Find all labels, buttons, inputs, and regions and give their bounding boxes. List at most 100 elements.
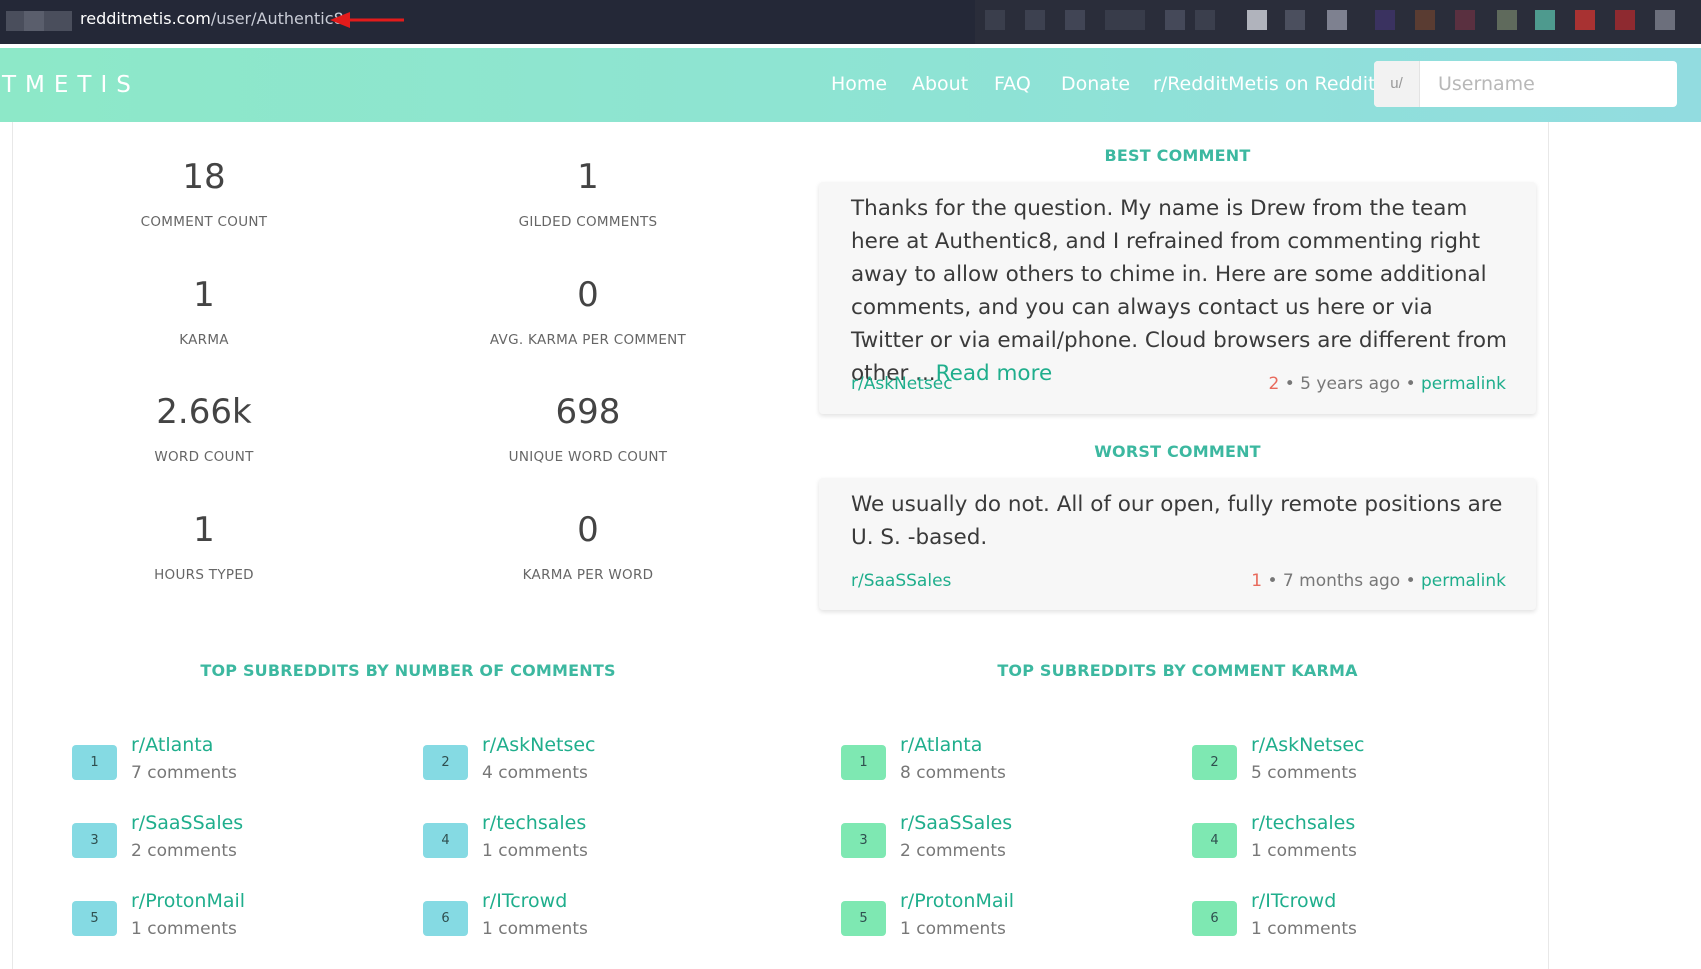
subreddit-link[interactable]: r/ITcrowd [1251, 890, 1336, 912]
stat-label: GILDED COMMENTS [518, 214, 658, 230]
list-item[interactable]: 6 r/ITcrowd 1 comments [1192, 890, 1492, 948]
stat-label: COMMENT COUNT [140, 214, 268, 230]
extension-icon[interactable] [1247, 10, 1267, 30]
url-path: /user/Authentic8 [210, 9, 344, 28]
list-item[interactable]: 3 r/SaaSSales 2 comments [841, 812, 1141, 870]
extension-icon[interactable] [1375, 10, 1395, 30]
extension-icon[interactable] [1535, 10, 1555, 30]
stat-label: AVG. KARMA PER COMMENT [489, 332, 687, 348]
subreddit-link[interactable]: r/Atlanta [900, 734, 982, 756]
permalink-link[interactable]: permalink [1421, 374, 1506, 394]
extension-icon[interactable] [1415, 10, 1435, 30]
extension-icon[interactable] [1165, 10, 1185, 30]
extension-icon[interactable] [1105, 10, 1145, 30]
nav-faq[interactable]: FAQ [994, 73, 1031, 95]
extension-icon[interactable] [1655, 10, 1675, 30]
list-item[interactable]: 1 r/Atlanta 8 comments [841, 734, 1141, 792]
site-brand[interactable]: TMETIS [2, 72, 140, 98]
subreddit-link[interactable]: r/AskNetsec [1251, 734, 1365, 756]
extension-icon[interactable] [1025, 10, 1045, 30]
worst-comment-meta: 1 • 7 months ago • permalink [1251, 571, 1506, 591]
red-arrow-icon [330, 12, 404, 28]
list-item[interactable]: 5 r/ProtonMail 1 comments [841, 890, 1141, 948]
rank-badge: 3 [72, 823, 117, 858]
extension-icon[interactable] [1285, 10, 1305, 30]
comment-count: 5 comments [1251, 763, 1357, 783]
rank-badge: 5 [72, 901, 117, 936]
comment-count: 1 comments [131, 919, 237, 939]
list-item[interactable]: 2 r/AskNetsec 4 comments [423, 734, 723, 792]
username-input[interactable] [1420, 61, 1677, 107]
comment-count: 2 comments [131, 841, 237, 861]
worst-comment-card: We usually do not. All of our open, full… [819, 478, 1536, 610]
stat-label: HOURS TYPED [154, 567, 254, 583]
best-comment-card: Thanks for the question. My name is Drew… [819, 182, 1536, 414]
comment-score: 2 [1268, 374, 1280, 394]
subreddit-link[interactable]: r/SaaSSales [900, 812, 1012, 834]
browser-address-bar: redditmetis.com/user/Authentic8 [0, 0, 1701, 44]
rank-badge: 1 [72, 745, 117, 780]
extension-icon[interactable] [1497, 10, 1517, 30]
favicon-blur [44, 11, 72, 31]
read-more-link[interactable]: Read more [936, 361, 1053, 386]
worst-comment-text: We usually do not. All of our open, full… [851, 492, 1503, 550]
url-host: redditmetis.com [80, 9, 211, 28]
rank-badge: 2 [1192, 745, 1237, 780]
list-item[interactable]: 6 r/ITcrowd 1 comments [423, 890, 723, 948]
list-item[interactable]: 4 r/techsales 1 comments [423, 812, 723, 870]
nav-about[interactable]: About [912, 73, 968, 95]
rank-badge: 2 [423, 745, 468, 780]
comment-count: 7 comments [131, 763, 237, 783]
subreddit-link[interactable]: r/ITcrowd [482, 890, 567, 912]
comment-count: 1 comments [1251, 841, 1357, 861]
nav-subreddit[interactable]: r/RedditMetis on Reddit [1153, 73, 1375, 95]
stat-value: 18 [182, 157, 226, 197]
comment-count: 1 comments [482, 919, 588, 939]
nav-home[interactable]: Home [831, 73, 887, 95]
comment-count: 1 comments [900, 919, 1006, 939]
comment-count: 1 comments [482, 841, 588, 861]
rank-badge: 3 [841, 823, 886, 858]
extension-icon[interactable] [1615, 10, 1635, 30]
extension-icon[interactable] [1327, 10, 1347, 30]
permalink-link[interactable]: permalink [1421, 571, 1506, 591]
rank-badge: 6 [1192, 901, 1237, 936]
best-comment-text: Thanks for the question. My name is Drew… [851, 192, 1508, 390]
subreddit-link[interactable]: r/AskNetsec [482, 734, 596, 756]
comment-count: 1 comments [1251, 919, 1357, 939]
stat-karma-per-word: 0 KARMA PER WORD [438, 510, 738, 583]
stat-label: KARMA PER WORD [522, 567, 654, 583]
best-comment-subreddit[interactable]: r/AskNetsec [851, 374, 953, 394]
comment-count: 8 comments [900, 763, 1006, 783]
extension-icon[interactable] [1195, 10, 1215, 30]
extension-icon[interactable] [1575, 10, 1595, 30]
extension-icon[interactable] [985, 10, 1005, 30]
subreddit-link[interactable]: r/Atlanta [131, 734, 213, 756]
subreddit-link[interactable]: r/ProtonMail [131, 890, 245, 912]
stat-value: 2.66k [156, 392, 252, 432]
worst-comment-subreddit[interactable]: r/SaaSSales [851, 571, 951, 591]
browser-extensions-strip [975, 0, 1701, 44]
extension-icon[interactable] [1455, 10, 1475, 30]
stat-value: 698 [555, 392, 621, 432]
stat-word-count: 2.66k WORD COUNT [54, 392, 354, 465]
site-navbar: TMETIS Home About FAQ Donate r/RedditMet… [0, 48, 1701, 122]
list-item[interactable]: 1 r/Atlanta 7 comments [72, 734, 372, 792]
best-comment-meta: 2 • 5 years ago • permalink [1269, 374, 1507, 394]
stat-value: 1 [577, 157, 599, 197]
list-item[interactable]: 2 r/AskNetsec 5 comments [1192, 734, 1492, 792]
extension-icon[interactable] [1065, 10, 1085, 30]
subreddit-link[interactable]: r/SaaSSales [131, 812, 243, 834]
search-prefix: u/ [1374, 61, 1420, 107]
best-comment-body: Thanks for the question. My name is Drew… [851, 196, 1508, 386]
subreddit-link[interactable]: r/techsales [482, 812, 586, 834]
subreddit-link[interactable]: r/ProtonMail [900, 890, 1014, 912]
list-item[interactable]: 5 r/ProtonMail 1 comments [72, 890, 372, 948]
stat-hours-typed: 1 HOURS TYPED [54, 510, 354, 583]
subreddit-link[interactable]: r/techsales [1251, 812, 1355, 834]
list-item[interactable]: 3 r/SaaSSales 2 comments [72, 812, 372, 870]
top-by-comments-title: TOP SUBREDDITS BY NUMBER OF COMMENTS [200, 661, 616, 680]
nav-donate[interactable]: Donate [1061, 73, 1130, 95]
list-item[interactable]: 4 r/techsales 1 comments [1192, 812, 1492, 870]
url-field[interactable]: redditmetis.com/user/Authentic8 [80, 9, 344, 29]
